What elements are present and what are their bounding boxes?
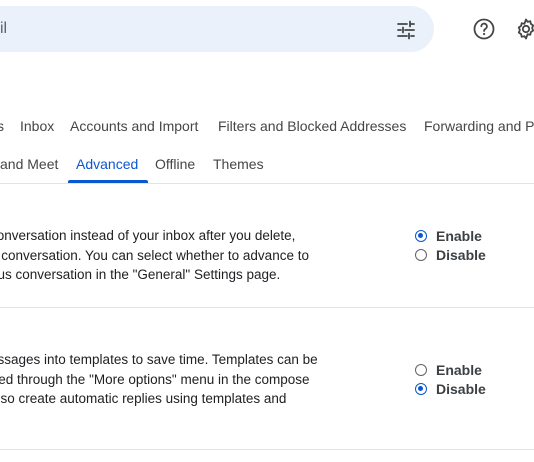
description-line: conversation instead of your inbox after…: [0, 228, 296, 243]
tune-icon[interactable]: [396, 20, 416, 40]
tab-forwarding[interactable]: Forwarding and P: [424, 118, 534, 134]
gear-icon[interactable]: [514, 17, 534, 41]
enable-radio-option[interactable]: Enable: [415, 360, 482, 380]
tab-advanced[interactable]: Advanced: [76, 156, 138, 172]
search-placeholder: il: [0, 20, 8, 37]
setting-description: conversation instead of your inbox after…: [0, 226, 352, 285]
setting-divider: [0, 449, 534, 450]
radio-button[interactable]: [415, 249, 427, 261]
tab-chat-and-meet[interactable]: and Meet: [0, 156, 58, 172]
description-line: ous conversation in the "General" Settin…: [0, 267, 281, 282]
radio-button[interactable]: [415, 364, 427, 376]
tab-inbox[interactable]: Inbox: [20, 118, 54, 134]
disable-radio-option[interactable]: Disable: [415, 379, 486, 399]
setting-divider: [0, 307, 534, 308]
tab-labels[interactable]: s: [0, 118, 4, 134]
radio-button[interactable]: [415, 230, 427, 242]
tab-themes[interactable]: Themes: [213, 156, 264, 172]
disable-radio-option[interactable]: Disable: [415, 245, 486, 265]
tab-filters-and-blocked-addresses[interactable]: Filters and Blocked Addresses: [218, 118, 406, 134]
description-line: a conversation. You can select whether t…: [0, 247, 309, 263]
description-line: essages into templates to save time. Tem…: [0, 352, 318, 367]
option-label: Disable: [436, 247, 486, 263]
option-label: Enable: [436, 362, 482, 378]
radio-button[interactable]: [415, 383, 427, 395]
description-line: rted through the "More options" menu in …: [0, 371, 310, 387]
help-icon[interactable]: [472, 17, 496, 41]
search-bar[interactable]: il: [0, 6, 434, 52]
tab-accounts-and-import[interactable]: Accounts and Import: [70, 118, 198, 134]
option-label: Enable: [436, 228, 482, 244]
gmail-settings-advanced: il s Inbox Accounts and Import Filters a…: [0, 0, 534, 462]
tab-offline[interactable]: Offline: [155, 156, 195, 172]
description-line: also create automatic replies using temp…: [0, 391, 287, 406]
option-label: Disable: [436, 381, 486, 397]
setting-description: essages into templates to save time. Tem…: [0, 350, 352, 409]
enable-radio-option[interactable]: Enable: [415, 226, 482, 246]
tabs-divider: [0, 183, 534, 184]
